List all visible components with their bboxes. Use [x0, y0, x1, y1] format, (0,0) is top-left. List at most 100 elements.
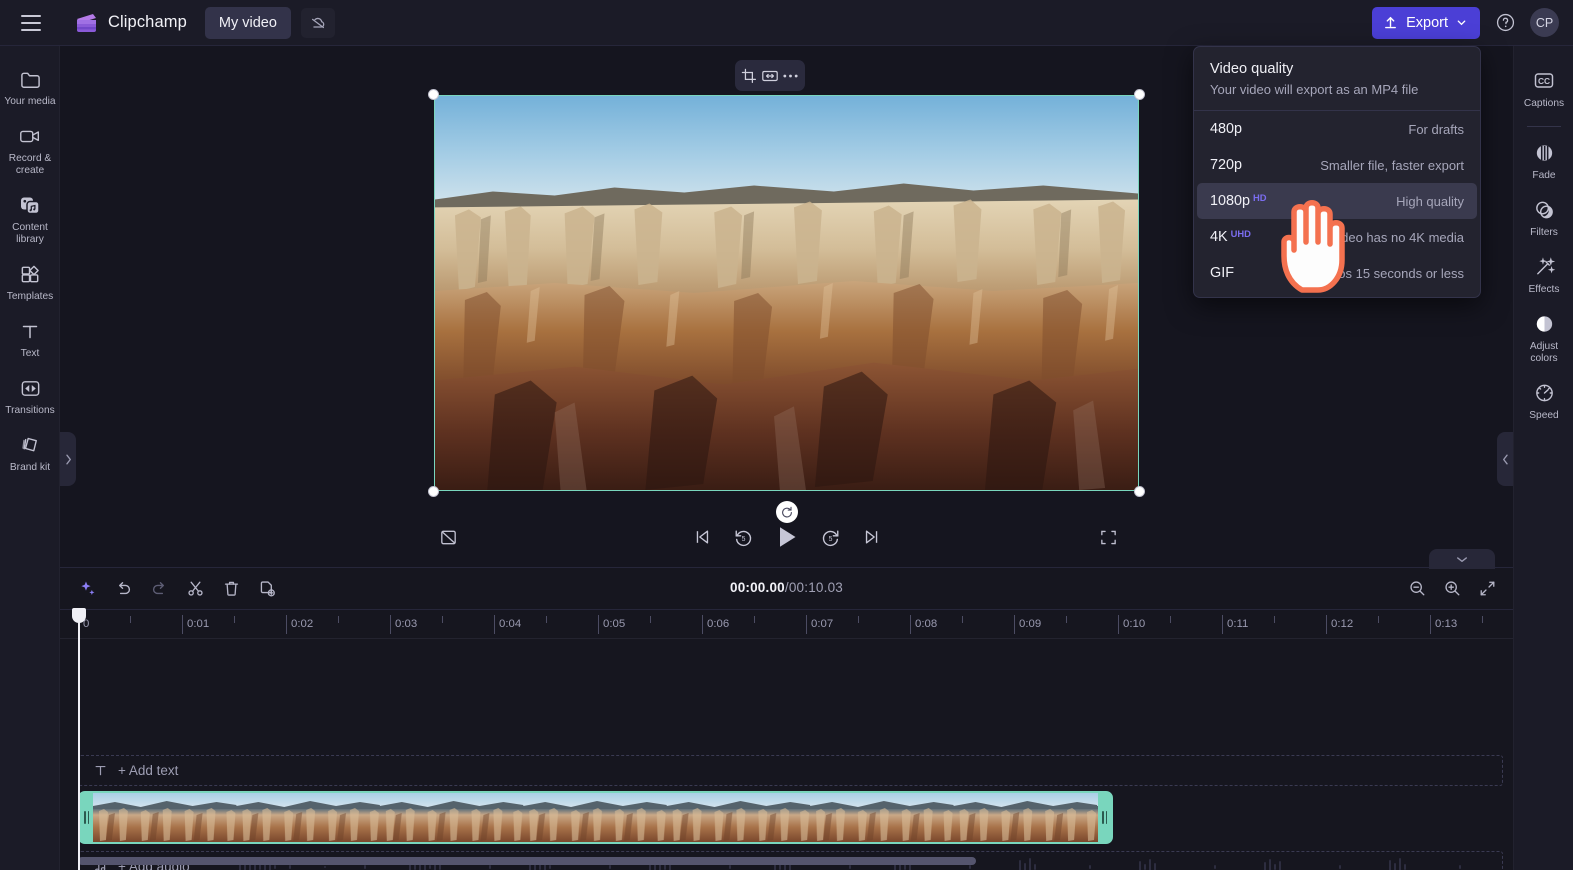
clip-trim-handle-left[interactable] [80, 793, 93, 842]
zoom-out-icon[interactable] [1408, 579, 1427, 598]
resize-handle-bottom-left[interactable] [428, 486, 439, 497]
dropdown-header: Video quality Your video will export as … [1194, 47, 1480, 111]
svg-text:5: 5 [741, 535, 745, 542]
quality-option-720p[interactable]: 720p Smaller file, faster export [1197, 147, 1477, 183]
transitions-icon [19, 376, 42, 400]
zoom-in-icon[interactable] [1443, 579, 1462, 598]
sidebar-item-speed[interactable]: Speed [1514, 372, 1573, 429]
clip-thumbnail-strip [93, 793, 1098, 842]
expand-right-panel-button[interactable] [1497, 432, 1513, 486]
chevron-left-icon [1502, 454, 1508, 464]
sidebar-item-fade[interactable]: Fade [1514, 132, 1573, 189]
undo-icon[interactable] [110, 576, 136, 602]
clip-trim-handle-right[interactable] [1098, 793, 1111, 842]
timeline-ruler[interactable]: 0 0:01 0:02 0:03 0:04 0:05 0:06 0:07 0:0… [60, 609, 1513, 639]
sidebar-label: Adjust colors [1529, 341, 1559, 365]
redo-icon[interactable] [146, 576, 172, 602]
quality-option-gif[interactable]: GIF For videos 15 seconds or less [1197, 255, 1477, 291]
ai-sparkle-icon[interactable] [74, 576, 100, 602]
ruler-label: 0:04 [499, 618, 522, 630]
cloud-off-icon[interactable] [300, 7, 335, 38]
rewind-5s-icon[interactable]: 5 [733, 527, 754, 548]
avatar[interactable]: CP [1530, 8, 1559, 37]
playhead[interactable] [72, 608, 86, 870]
add-text-label: + Add text [118, 763, 179, 778]
duplicate-icon[interactable] [254, 576, 280, 602]
export-quality-dropdown: Video quality Your video will export as … [1193, 46, 1481, 298]
expand-left-panel-button[interactable] [60, 432, 76, 486]
sidebar-item-your-media[interactable]: Your media [0, 58, 60, 115]
video-preview[interactable] [434, 95, 1139, 491]
video-clip[interactable] [78, 791, 1113, 844]
dropdown-subtitle: Your video will export as an MP4 file [1210, 82, 1419, 97]
option-label: GIF [1210, 265, 1234, 281]
left-sidebar: Your media Record & create Content libra… [0, 46, 60, 870]
sidebar-label: Captions [1523, 98, 1565, 109]
sidebar-label: Your media [4, 96, 56, 107]
disable-crop-icon[interactable] [438, 527, 459, 548]
sidebar-item-transitions[interactable]: Transitions [0, 367, 60, 424]
fit-timeline-icon[interactable] [1478, 579, 1497, 598]
uhd-badge: UHD [1230, 228, 1251, 239]
transport-controls: 5 5 [692, 524, 882, 550]
sidebar-item-templates[interactable]: Templates [0, 253, 60, 310]
sidebar-label: Record & create [8, 153, 52, 177]
timeline-scrollbar-thumb[interactable] [78, 857, 976, 865]
sidebar-label: Brand kit [9, 462, 51, 474]
option-label: 4K [1210, 229, 1228, 245]
help-circle-icon[interactable] [1492, 10, 1518, 36]
chevron-down-icon [1457, 556, 1467, 562]
play-button[interactable] [775, 524, 799, 550]
ruler-label: 0:07 [811, 618, 834, 630]
delete-trash-icon[interactable] [218, 576, 244, 602]
quality-option-480p[interactable]: 480p For drafts [1197, 111, 1477, 147]
more-options-icon[interactable] [781, 66, 801, 86]
fullscreen-icon[interactable] [1099, 528, 1118, 547]
resize-handle-bottom-right[interactable] [1134, 486, 1145, 497]
adjust-colors-icon [1533, 312, 1556, 336]
ruler-label: 0:02 [291, 618, 314, 630]
sidebar-item-text[interactable]: Text [0, 310, 60, 367]
timeline-toolbar: 00:00.00/00:10.03 [60, 568, 1513, 609]
sidebar-item-content-library[interactable]: Content library [0, 184, 60, 253]
playhead-knob[interactable] [72, 608, 86, 623]
add-text-track[interactable]: + Add text [78, 755, 1503, 786]
timeline-panel: 00:00.00/00:10.03 0 0:01 0:02 0:03 0:04 … [60, 567, 1513, 870]
sidebar-item-effects[interactable]: Effects [1514, 246, 1573, 303]
timeline-scrollbar[interactable] [78, 857, 1503, 865]
ruler-label: 0:03 [395, 618, 418, 630]
sidebar-item-brand-kit[interactable]: Brand kit [0, 424, 60, 481]
quality-option-1080p[interactable]: 1080p HD High quality [1197, 183, 1477, 219]
content-library-icon [18, 193, 42, 217]
sidebar-item-record-create[interactable]: Record & create [0, 115, 60, 184]
quality-option-4k[interactable]: 4K UHD Your video has no 4K media [1197, 219, 1477, 255]
crop-icon[interactable] [739, 66, 759, 86]
player-controls: 5 5 [60, 514, 1513, 560]
split-scissors-icon[interactable] [182, 576, 208, 602]
sidebar-item-captions[interactable]: CC Captions [1514, 60, 1573, 117]
export-button[interactable]: Export [1372, 6, 1480, 39]
resize-handle-top-left[interactable] [428, 89, 439, 100]
hamburger-icon[interactable] [14, 8, 48, 38]
sidebar-label: Text [20, 348, 40, 360]
sidebar-item-filters[interactable]: Filters [1514, 189, 1573, 246]
ruler-label: 0:13 [1435, 618, 1458, 630]
ruler-label: 0:06 [707, 618, 730, 630]
clip-thumbnails [93, 793, 1098, 842]
timeline-tracks: + Add text [60, 639, 1513, 870]
skip-to-end-icon[interactable] [862, 527, 882, 547]
text-t-icon [95, 765, 106, 776]
option-description: For videos 15 seconds or less [1291, 265, 1464, 281]
sidebar-item-adjust-colors[interactable]: Adjust colors [1514, 303, 1573, 372]
ruler-label: 0:12 [1331, 618, 1354, 630]
option-label: 720p [1210, 157, 1243, 173]
skip-to-start-icon[interactable] [692, 527, 712, 547]
fit-resize-icon[interactable] [760, 66, 780, 86]
project-title[interactable]: My video [204, 6, 291, 39]
resize-handle-top-right[interactable] [1134, 89, 1145, 100]
forward-5s-icon[interactable]: 5 [820, 527, 841, 548]
text-icon [19, 319, 41, 343]
video-preview-wrapper[interactable] [428, 89, 1145, 523]
sidebar-label: Templates [6, 291, 54, 303]
collapse-timeline-button[interactable] [1429, 549, 1495, 569]
